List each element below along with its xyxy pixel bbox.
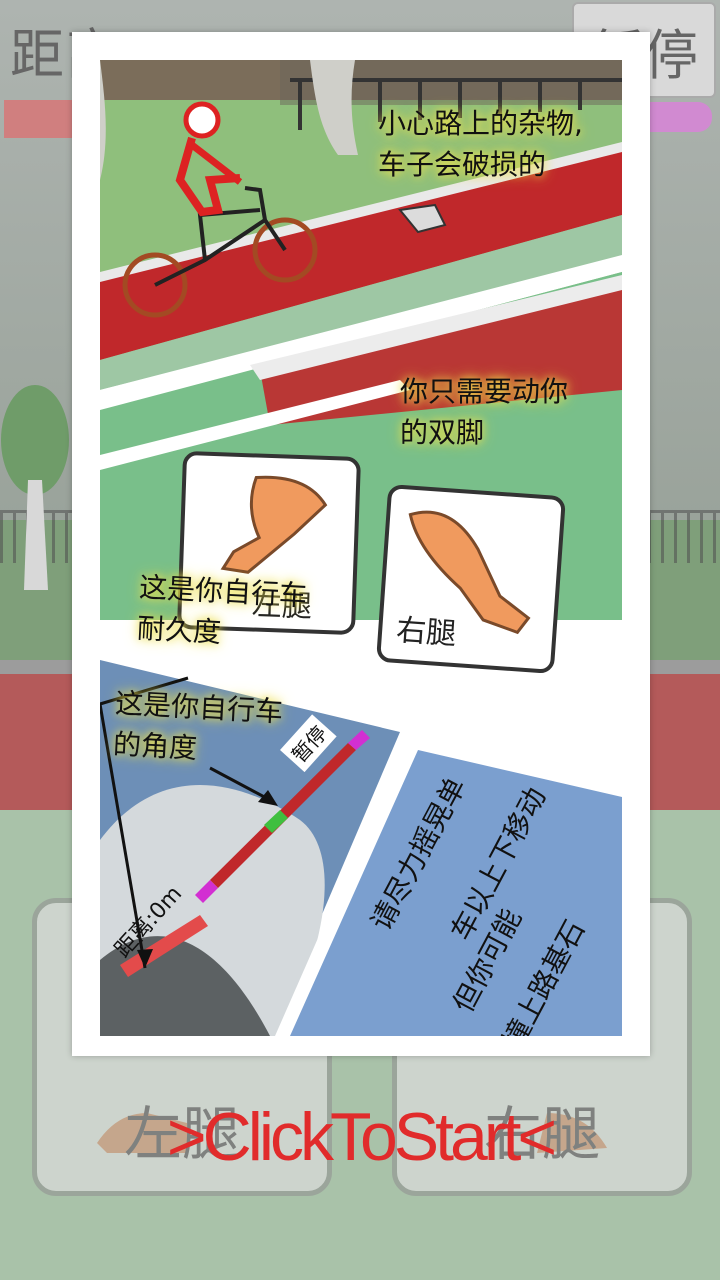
- angle-bar: [648, 102, 712, 132]
- background-fence: [648, 510, 720, 563]
- durability-caption: 这是你自行车 耐久度: [136, 570, 308, 649]
- right-leg-card: 右腿: [376, 484, 566, 674]
- click-to-start-button[interactable]: >ClickToStart<: [0, 1098, 720, 1176]
- tutorial-card[interactable]: 小心路上的杂物, 车子会破损的 你只需要动你 的双脚 左腿 右腿 这是你自行车 …: [72, 32, 650, 1056]
- durability-bar: [4, 100, 72, 138]
- right-leg-card-label: 右腿: [395, 612, 458, 653]
- panel-2-caption: 你只需要动你 的双脚: [400, 375, 569, 449]
- angle-caption: 这是你自行车 的角度: [112, 686, 284, 765]
- background-tree: [1, 385, 69, 590]
- comic-panels: 小心路上的杂物, 车子会破损的 你只需要动你 的双脚 左腿 右腿 这是你自行车 …: [100, 60, 622, 1036]
- panel-1-caption: 小心路上的杂物, 车子会破损的: [378, 107, 583, 181]
